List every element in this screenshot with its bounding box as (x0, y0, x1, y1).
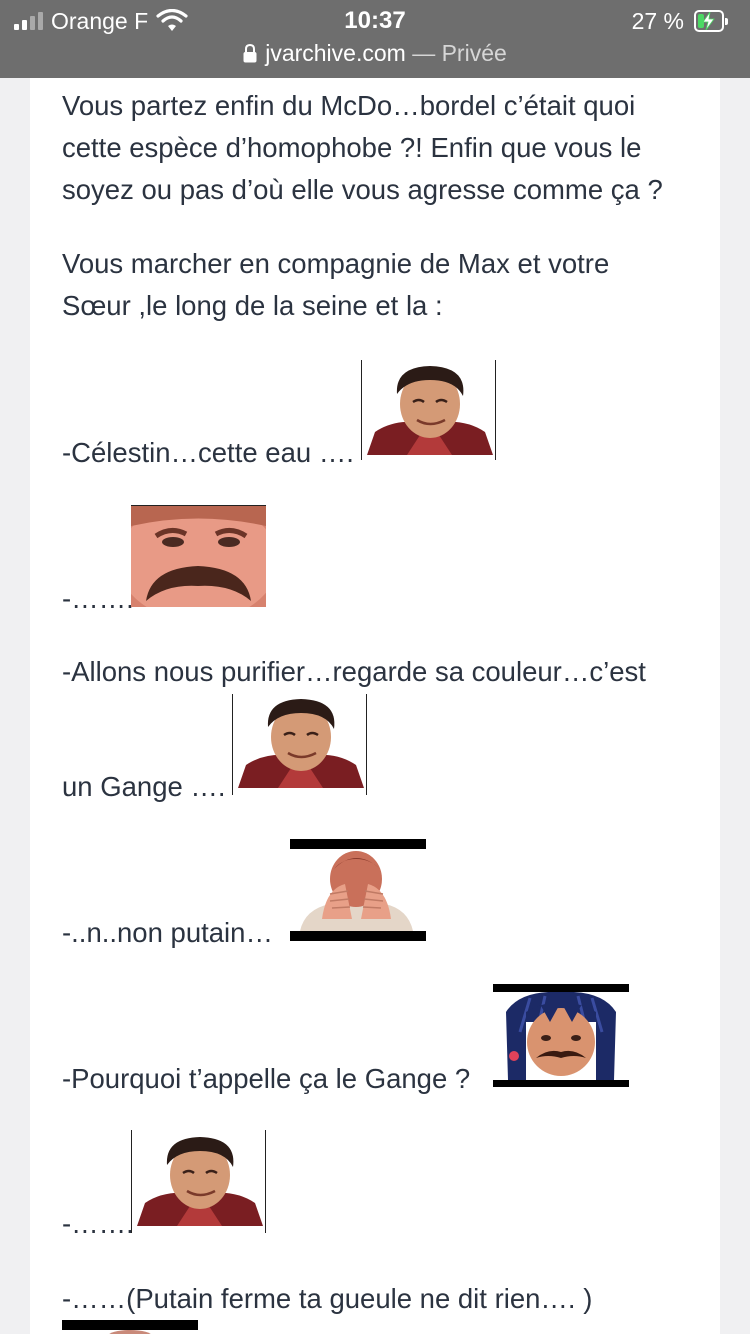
sticker-bar (290, 839, 426, 849)
dialogue-line: -……. (62, 583, 134, 614)
lock-icon (243, 44, 257, 63)
battery-percentage: 27 % (631, 7, 684, 34)
charging-bolt-icon (702, 12, 715, 30)
url-separator: — (405, 40, 442, 66)
smiling-man-sticker (137, 1133, 263, 1226)
sticker-bar (62, 1320, 198, 1330)
post-paragraph: Vous partez enfin du McDo…bordel c’était… (62, 90, 663, 205)
dialogue-line: un Gange …. (62, 771, 226, 802)
dialogue-line: -..n..non putain… (62, 917, 273, 948)
dialogue-line: -……(Putain ferme ta gueule ne dit rien….… (62, 1283, 593, 1314)
battery-icon (694, 10, 728, 32)
dialogue-line: -Allons nous purifier…regarde sa couleur… (62, 656, 646, 687)
partial-sticker (100, 1330, 160, 1334)
dialogue-line: -Célestin…cette eau …. (62, 437, 354, 468)
sticker-bar (290, 931, 426, 941)
url-domain: jvarchive.com (265, 40, 406, 66)
sticker-border (366, 694, 367, 795)
post-paragraph: Vous marcher en compagnie de Max et votr… (62, 248, 610, 321)
sticker-bar (493, 1080, 629, 1087)
sticker-border (495, 360, 496, 460)
sticker-border (131, 1130, 132, 1233)
status-bar: Orange F 10:37 27 % jvarchive.com — Priv… (0, 0, 750, 78)
sticker-border (232, 694, 233, 795)
sticker-border (361, 360, 362, 460)
sticker-border (265, 1130, 266, 1233)
dialogue-line: -……. (62, 1208, 134, 1239)
mustache-man-sticker (131, 506, 266, 607)
sticker-bar (493, 984, 629, 992)
address-bar[interactable]: jvarchive.com — Privée (0, 40, 750, 67)
dialogue-line: -Pourquoi t’appelle ça le Gange ? (62, 1063, 471, 1094)
private-mode-label: Privée (441, 40, 507, 66)
facepalm-sticker (300, 849, 413, 931)
anime-hair-mustache-sticker (500, 992, 622, 1080)
smiling-man-sticker (367, 362, 493, 455)
smiling-man-sticker (238, 695, 364, 788)
